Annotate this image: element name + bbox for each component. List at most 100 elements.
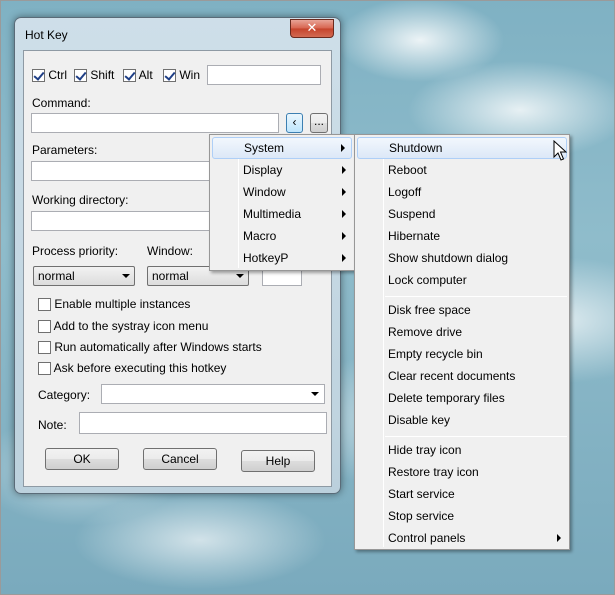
cancel-button[interactable]: Cancel	[143, 448, 217, 470]
chevron-right-icon	[342, 188, 346, 196]
menu-item-start-service[interactable]: Start service	[357, 483, 567, 505]
option-checkbox[interactable]	[38, 362, 51, 376]
browse-button[interactable]: ...	[310, 113, 328, 133]
process-priority-label: Process priority:	[32, 244, 119, 258]
option-checkbox[interactable]	[38, 298, 51, 312]
menu-item-show-shutdown-dialog[interactable]: Show shutdown dialog	[357, 247, 567, 269]
menu-item-label: Clear recent documents	[388, 369, 516, 383]
menu-item-disable-key[interactable]: Disable key	[357, 409, 567, 431]
menu-item-label: Disable key	[388, 413, 451, 427]
window-label: Window:	[147, 244, 194, 258]
option-systray-menu[interactable]: Add to the systray icon menu	[38, 319, 209, 334]
command-menu-button[interactable]: ‹	[286, 113, 303, 133]
ctrl-label: Ctrl	[48, 68, 68, 82]
menu-item-label: HotkeyP	[243, 251, 289, 265]
close-button[interactable]: ✕	[290, 19, 334, 38]
menu-item-hibernate[interactable]: Hibernate	[357, 225, 567, 247]
menu-item-label: Delete temporary files	[388, 391, 505, 405]
menu-item-remove-drive[interactable]: Remove drive	[357, 321, 567, 343]
parameters-label: Parameters:	[32, 143, 98, 157]
title-bar[interactable]: Hot Key ✕	[15, 18, 340, 50]
menu-item-label: System	[244, 141, 285, 155]
shift-label: Shift	[90, 68, 115, 82]
win-checkbox[interactable]	[163, 69, 176, 83]
chevron-down-icon	[236, 274, 244, 278]
win-label: Win	[179, 68, 201, 82]
menu-item-restore-tray-icon[interactable]: Restore tray icon	[357, 461, 567, 483]
modifier-shift[interactable]: Shift	[74, 68, 115, 83]
menu-item-window[interactable]: Window	[212, 181, 352, 203]
mouse-pointer-icon	[553, 140, 567, 161]
menu-item-hide-tray-icon[interactable]: Hide tray icon	[357, 439, 567, 461]
menu-item-empty-recycle-bin[interactable]: Empty recycle bin	[357, 343, 567, 365]
chevron-right-icon	[557, 534, 561, 542]
option-label: Enable multiple instances	[54, 297, 191, 311]
menu-item-label: Show shutdown dialog	[388, 251, 509, 265]
close-icon: ✕	[306, 20, 318, 35]
menu-item-label: Multimedia	[243, 207, 302, 221]
option-label: Add to the systray icon menu	[53, 319, 209, 333]
alt-label: Alt	[138, 68, 153, 82]
chevron-right-icon	[342, 210, 346, 218]
menu-item-label: Lock computer	[388, 273, 467, 287]
menu-item-shutdown[interactable]: Shutdown	[357, 137, 567, 159]
menu-item-label: Reboot	[388, 163, 427, 177]
menu-item-delete-temporary-files[interactable]: Delete temporary files	[357, 387, 567, 409]
chevron-down-icon	[122, 274, 130, 278]
menu-item-display[interactable]: Display	[212, 159, 352, 181]
command-label: Command:	[32, 96, 91, 110]
command-input[interactable]	[31, 113, 279, 133]
menu-item-label: Stop service	[388, 509, 455, 523]
hotkey-input[interactable]	[207, 65, 321, 85]
option-checkbox[interactable]	[38, 341, 51, 355]
shift-checkbox[interactable]	[74, 69, 87, 83]
modifier-ctrl[interactable]: Ctrl	[32, 68, 68, 83]
working-directory-label: Working directory:	[32, 193, 129, 207]
category-combo[interactable]	[101, 384, 325, 404]
option-label: Ask before executing this hotkey	[53, 361, 227, 375]
menu-separator	[385, 296, 567, 297]
menu-item-stop-service[interactable]: Stop service	[357, 505, 567, 527]
help-button[interactable]: Help	[241, 450, 315, 472]
menu-item-hotkeyp[interactable]: HotkeyP	[212, 247, 352, 269]
option-ask-before[interactable]: Ask before executing this hotkey	[38, 361, 227, 376]
menu-item-control-panels[interactable]: Control panels	[357, 527, 567, 549]
alt-checkbox[interactable]	[123, 69, 136, 83]
menu-item-label: Shutdown	[389, 141, 443, 155]
modifier-win[interactable]: Win	[163, 68, 201, 83]
menu-item-system[interactable]: System	[212, 137, 352, 159]
option-multiple-instances[interactable]: Enable multiple instances	[38, 297, 191, 312]
option-checkbox[interactable]	[38, 320, 51, 334]
chevron-right-icon	[342, 166, 346, 174]
menu-item-disk-free-space[interactable]: Disk free space	[357, 299, 567, 321]
note-input[interactable]	[79, 412, 327, 434]
menu-item-clear-recent-documents[interactable]: Clear recent documents	[357, 365, 567, 387]
window-title: Hot Key	[25, 28, 68, 42]
note-label: Note:	[38, 418, 67, 432]
menu-item-label: Logoff	[388, 185, 422, 199]
category-label: Category:	[38, 388, 91, 402]
process-priority-value: normal	[38, 269, 75, 283]
command-category-menu: System Display Window Multimedia Macro H…	[209, 134, 355, 271]
menu-separator	[385, 436, 567, 437]
ctrl-checkbox[interactable]	[32, 69, 45, 83]
menu-item-label: Macro	[243, 229, 277, 243]
modifier-alt[interactable]: Alt	[123, 68, 153, 83]
system-submenu: Shutdown Reboot Logoff Suspend Hibernate…	[354, 134, 570, 550]
option-run-at-startup[interactable]: Run automatically after Windows starts	[38, 340, 262, 355]
window-mode-value: normal	[152, 269, 189, 283]
ok-button[interactable]: OK	[45, 448, 119, 470]
menu-item-reboot[interactable]: Reboot	[357, 159, 567, 181]
chevron-down-icon	[311, 392, 319, 396]
menu-item-multimedia[interactable]: Multimedia	[212, 203, 352, 225]
menu-item-suspend[interactable]: Suspend	[357, 203, 567, 225]
menu-item-macro[interactable]: Macro	[212, 225, 352, 247]
menu-item-label: Start service	[388, 487, 455, 501]
process-priority-select[interactable]: normal	[33, 266, 135, 286]
menu-item-logoff[interactable]: Logoff	[357, 181, 567, 203]
menu-item-label: Empty recycle bin	[388, 347, 483, 361]
chevron-right-icon	[342, 254, 346, 262]
menu-item-label: Disk free space	[388, 303, 471, 317]
menu-item-label: Control panels	[388, 531, 466, 545]
menu-item-lock-computer[interactable]: Lock computer	[357, 269, 567, 291]
